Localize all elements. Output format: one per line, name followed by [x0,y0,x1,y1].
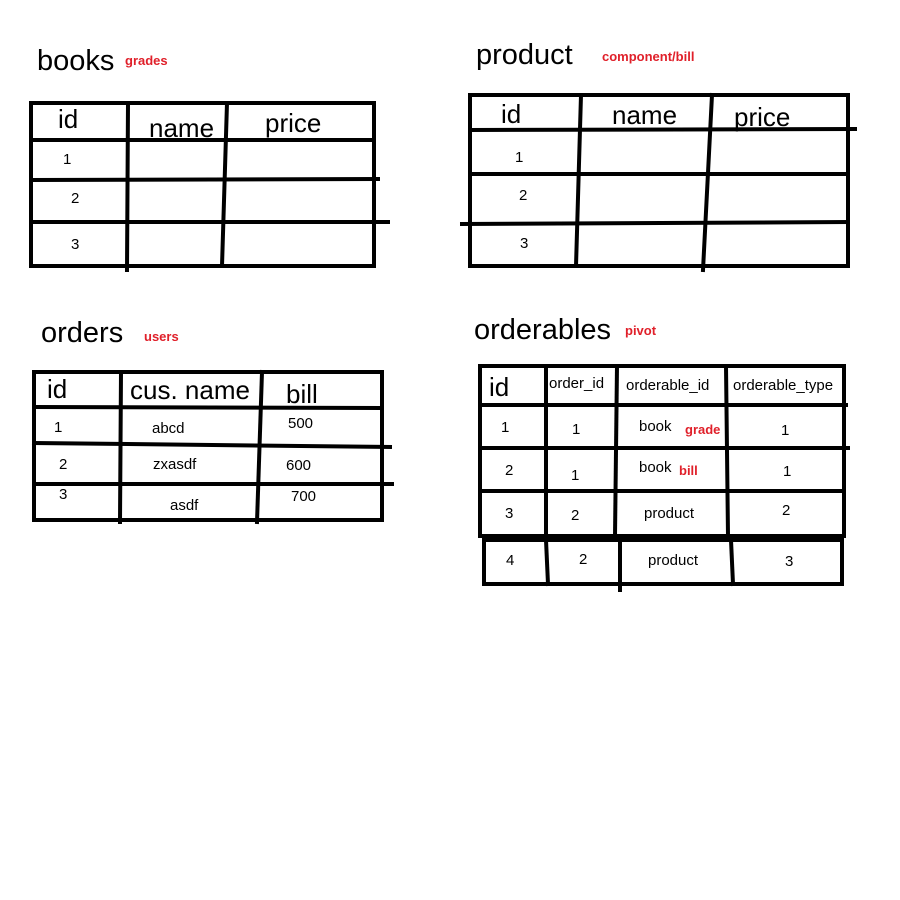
books-row-3-id: 3 [71,236,80,253]
orderables-row-1-tag: grade [685,422,721,437]
orderables-note: pivot [625,323,657,338]
orderables-row-1-orderable-type: 1 [781,422,790,439]
orderables-row-3-orderable-type: 2 [782,502,791,519]
orders-note: users [144,329,179,344]
orders-row-3-cus-name: asdf [170,497,199,514]
orders-row-3-bill: 700 [291,488,317,505]
orderables-row-2-orderable-id: book [639,459,672,476]
product-title: product [476,39,573,71]
orders-row-1-bill: 500 [288,415,314,432]
orderables-row-1-order-id: 1 [572,421,581,438]
books-header-name: name [149,113,215,143]
orders-row-3-id: 3 [59,486,68,503]
orders-row-1-cus-name: abcd [152,420,185,437]
books-row-1-id: 1 [63,151,72,168]
orders-title: orders [41,317,124,349]
product-header-name: name [612,100,678,130]
orders-row-2-cus-name: zxasdf [153,456,197,473]
orderables-header-orderable-type: orderable_type [733,377,834,394]
orderables-row-4-orderable-id: product [648,552,699,569]
product-row-1-id: 1 [515,149,524,166]
orderables-title: orderables [474,314,612,346]
books-table-grid [28,92,858,592]
orderables-row-1-orderable-id: book [639,418,672,435]
orderables-row-4-order-id: 2 [579,551,588,568]
orderables-header-order-id: order_id [549,375,605,392]
orderables-row-3-orderable-id: product [644,505,695,522]
orderables-row-1-id: 1 [501,419,510,436]
orderables-row-2-tag: bill [679,463,698,478]
books-row-2-id: 2 [71,190,80,207]
orders-row-1-id: 1 [54,419,63,436]
product-row-2-id: 2 [519,187,528,204]
orders-header-cus-name: cus. name [130,375,250,405]
orders-row-2-id: 2 [59,456,68,473]
orders-header-bill: bill [286,379,318,409]
orderables-row-2-orderable-type: 1 [783,463,792,480]
product-header-id: id [501,99,522,129]
product-row-3-id: 3 [520,235,529,252]
orderables-row-3-order-id: 2 [571,507,580,524]
orderables-row-4-orderable-type: 3 [785,553,794,570]
books-header-price: price [265,108,322,138]
orderables-header-orderable-id: orderable_id [626,377,710,394]
orderables-row-3-id: 3 [505,505,514,522]
orderables-row-2-id: 2 [505,462,514,479]
product-note: component/bill [602,49,695,64]
product-header-price: price [734,102,791,132]
books-header-id: id [58,104,79,134]
orderables-row-2-order-id: 1 [571,467,580,484]
orderables-header-id: id [489,372,510,402]
orderables-row-4-id: 4 [506,552,515,569]
orders-row-2-bill: 600 [286,457,312,474]
orders-header-id: id [47,374,68,404]
